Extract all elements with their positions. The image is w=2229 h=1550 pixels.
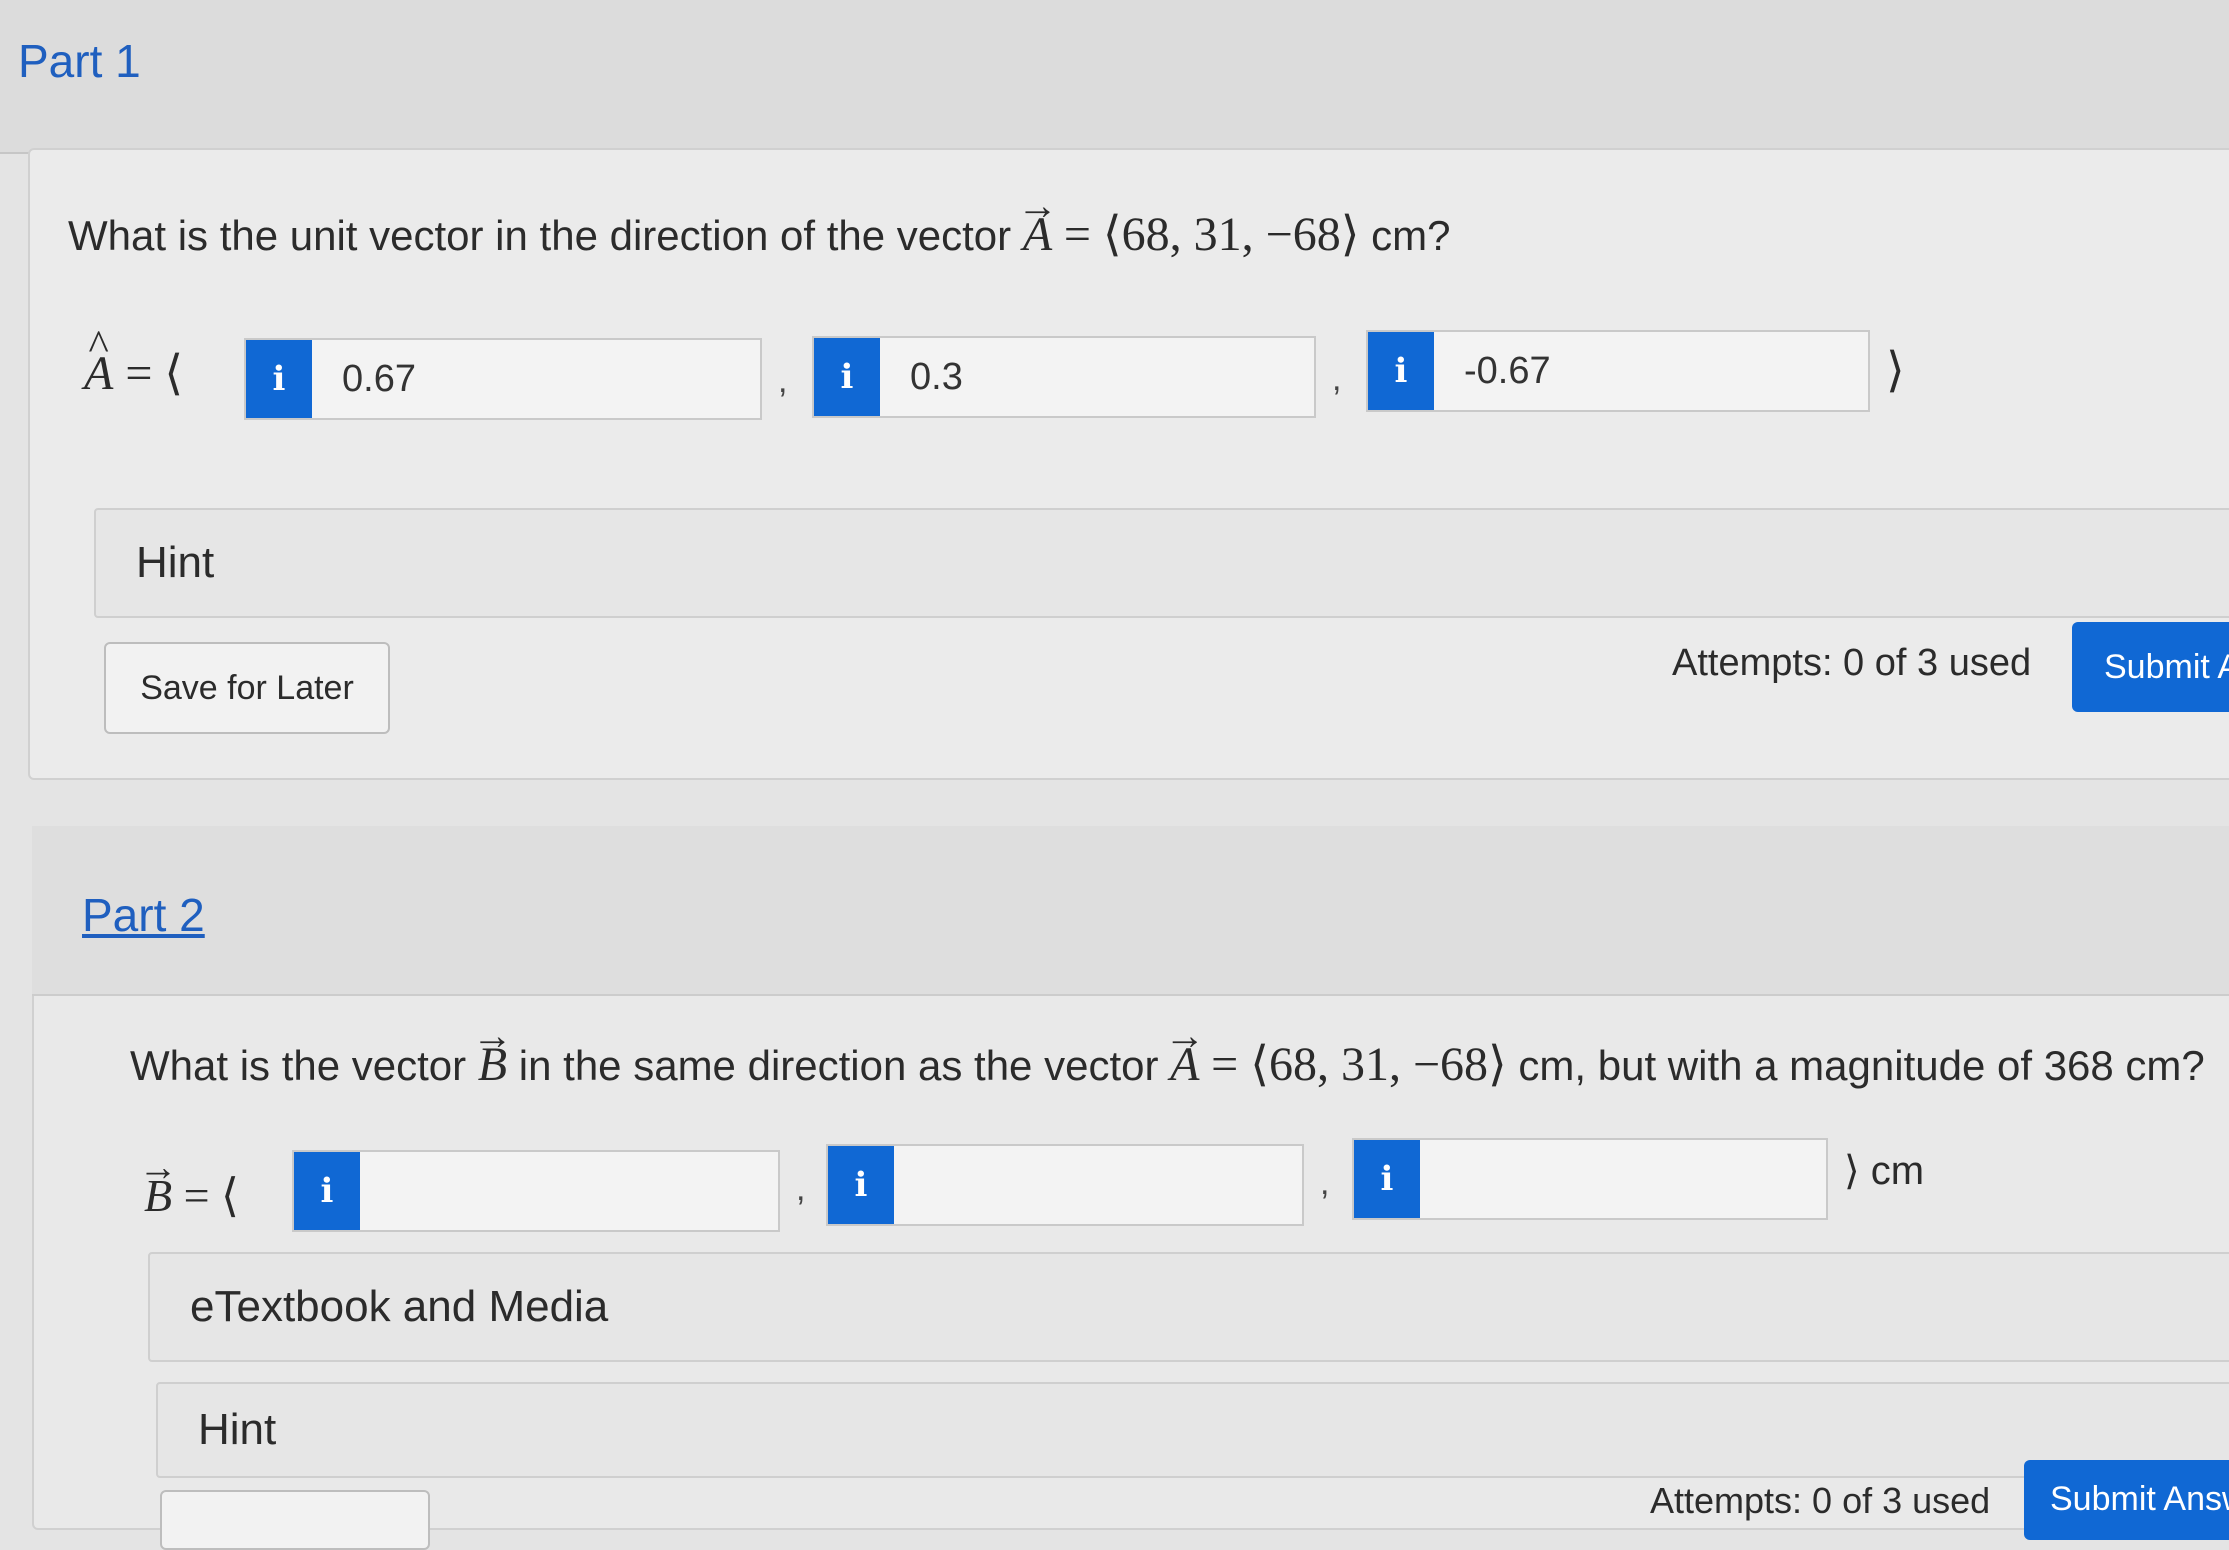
answer-value-x: 0.67 (342, 357, 416, 400)
comma-separator: , (1320, 1164, 1330, 1202)
vector-a-value: ⟨68, 31, −68⟩ (1102, 208, 1360, 261)
hint-label: Hint (198, 1405, 277, 1454)
vector-b-label: → B = ⟨ (138, 1145, 239, 1221)
info-icon[interactable]: i (1354, 1140, 1420, 1218)
closing-bracket: ⟩ (1886, 344, 1905, 397)
vector-b-symbol: → B (472, 1012, 513, 1091)
part1-header (0, 0, 2229, 154)
hint-label: Hint (136, 538, 215, 587)
answer-field-z[interactable]: i -0.67 (1366, 330, 1870, 412)
save-for-later-button[interactable]: Save for Later (104, 642, 390, 734)
vector-a-value: ⟨68, 31, −68⟩ (1250, 1038, 1507, 1091)
save-for-later-button[interactable] (160, 1490, 430, 1550)
part1-question: What is the unit vector in the direction… (68, 182, 1451, 261)
attempts-counter: Attempts: 0 of 3 used (1672, 642, 2032, 684)
save-label: Save for Later (140, 668, 354, 707)
unit-label: ⟩ cm (1844, 1149, 1925, 1193)
attempts-counter: Attempts: 0 of 3 used (1650, 1480, 1991, 1521)
info-icon[interactable]: i (814, 338, 880, 416)
part2-question: What is the vector → B in the same direct… (130, 1012, 2205, 1091)
b-field-y[interactable]: i (826, 1144, 1304, 1226)
part1-question-text: What is the unit vector in the direction… (68, 212, 1012, 259)
submit-answer-button[interactable]: Submit Answ (2024, 1460, 2229, 1540)
info-icon[interactable]: i (294, 1152, 360, 1230)
comma-separator: , (796, 1170, 806, 1208)
part2-title[interactable]: Part 2 (82, 888, 205, 942)
unit-suffix: cm? (1371, 212, 1451, 259)
vector-a-symbol: → A (1017, 182, 1058, 261)
part2-question-text: What is the vector (130, 1042, 467, 1089)
info-icon[interactable]: i (1368, 332, 1434, 410)
comma-separator: , (778, 362, 788, 400)
etextbook-media-bar[interactable]: eTextbook and Media (148, 1252, 2229, 1362)
part1-title: Part 1 (18, 35, 141, 87)
comma-separator: , (1332, 360, 1342, 398)
etextbook-label: eTextbook and Media (190, 1282, 609, 1331)
part2-question-mid: in the same direction as the vector (518, 1042, 1159, 1089)
part2-header (32, 826, 2229, 996)
submit-label: Submit A (2104, 647, 2229, 686)
b-field-x[interactable]: i (292, 1150, 780, 1232)
info-icon[interactable]: i (828, 1146, 894, 1224)
answer-field-y[interactable]: i 0.3 (812, 336, 1316, 418)
hint-bar[interactable]: Hint (94, 508, 2229, 618)
vector-a-symbol: → A (1164, 1012, 1206, 1091)
answer-field-x[interactable]: i 0.67 (244, 338, 762, 420)
info-icon[interactable]: i (246, 340, 312, 418)
part2-question-suffix: cm, but with a magnitude of 368 cm? (1518, 1042, 2205, 1089)
b-field-z[interactable]: i (1352, 1138, 1828, 1220)
hint-bar[interactable]: Hint (156, 1382, 2229, 1478)
answer-value-y: 0.3 (910, 355, 963, 398)
answer-value-z: -0.67 (1464, 349, 1551, 392)
submit-answer-button[interactable]: Submit A (2072, 622, 2229, 712)
submit-label: Submit Answ (2050, 1480, 2229, 1518)
unit-vector-label: ^ A = ⟨ (84, 323, 184, 400)
